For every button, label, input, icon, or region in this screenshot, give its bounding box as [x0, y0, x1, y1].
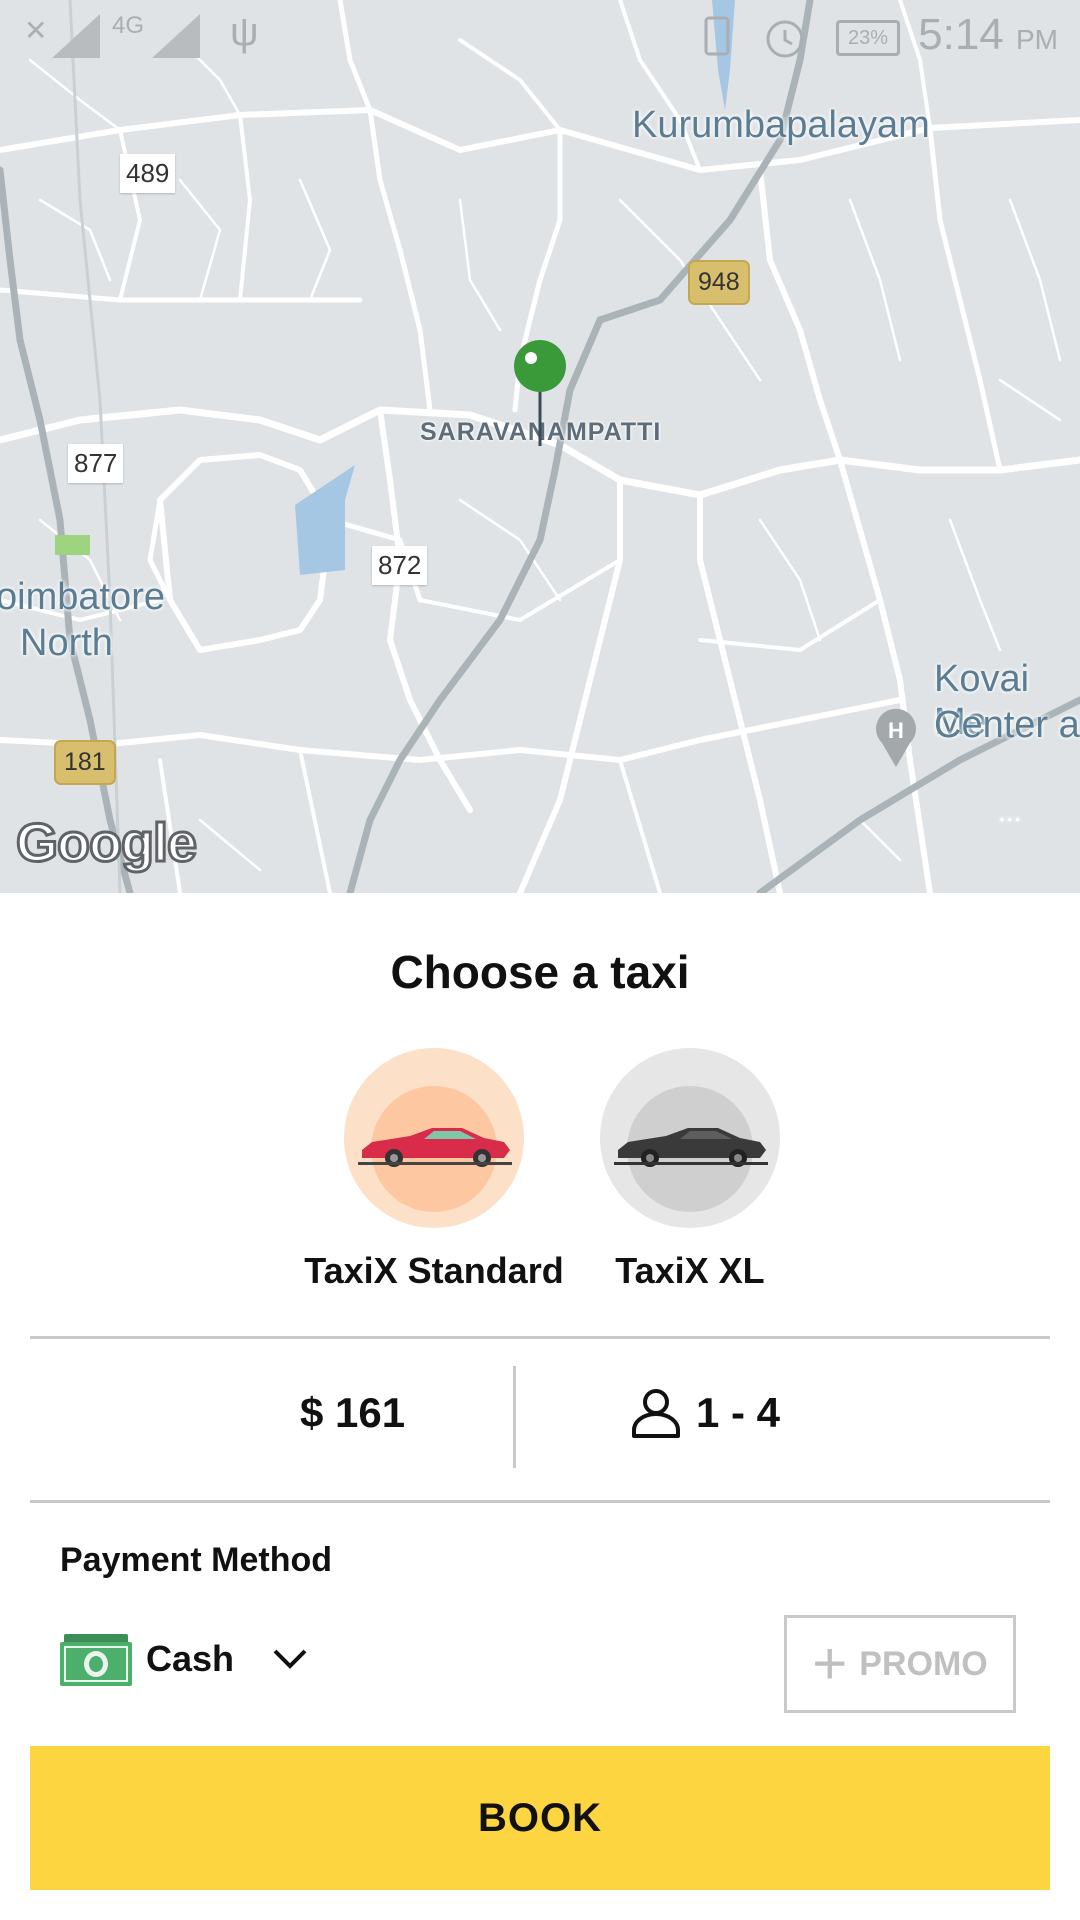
google-logo: Google [15, 812, 199, 875]
place-label-kovai-line2: Center a [934, 704, 1080, 746]
alarm-icon [766, 20, 804, 58]
place-label-kurumbapalayam: Kurumbapalayam [632, 104, 930, 146]
taxi-option-xl[interactable]: TaxiX XL [550, 1048, 830, 1292]
seat-range: 1 - 4 [696, 1389, 781, 1436]
road-label-872: 872 [372, 546, 428, 585]
taxi-standard-label: TaxiX Standard [304, 1250, 564, 1291]
network-type-label: 4G [112, 12, 145, 39]
payment-method-title: Payment Method [60, 1541, 333, 1579]
promo-label: PROMO [859, 1644, 988, 1683]
taxi-standard-circle [344, 1048, 524, 1228]
vibrate-icon [704, 16, 730, 56]
usb-icon: ψ [230, 10, 259, 54]
fare-info-row: $ 161 1 - 4 [0, 1338, 1080, 1488]
fare-price: $ 161 [300, 1389, 406, 1436]
taxi-xl-label: TaxiX XL [615, 1250, 765, 1291]
battery-indicator: 23% [836, 20, 900, 56]
taxi-selection-sheet: Choose a taxi TaxiX Standard TaxiX XL $ … [0, 893, 1080, 1920]
signal-icon-2 [152, 14, 200, 58]
close-notification-icon: ✕ [24, 15, 48, 46]
person-icon [632, 1389, 680, 1438]
hospital-poi-icon[interactable]: H [873, 707, 919, 769]
road-label-489: 489 [120, 154, 176, 193]
svg-text:H: H [888, 718, 904, 743]
map-view[interactable]: ✕ 4G ψ 23% 5:14 PM Kurumbapalayam SARAVA… [0, 0, 1080, 893]
plus-icon: + [812, 1630, 848, 1697]
road-label-877: 877 [68, 444, 124, 483]
divider-bottom [30, 1500, 1050, 1503]
car-red-icon [358, 1128, 512, 1167]
signal-icon [52, 14, 100, 58]
car-black-icon [614, 1128, 768, 1167]
place-label-coimbatore-north-line1: oimbatore [0, 576, 165, 618]
status-time: 5:14 PM [918, 10, 1058, 59]
info-row-divider [513, 1366, 516, 1468]
payment-method-value: Cash [146, 1638, 235, 1679]
cash-icon [60, 1634, 132, 1686]
place-label-coimbatore-north-line2: North [20, 622, 113, 664]
highway-shield-948: 948 [688, 260, 750, 305]
pickup-location-pin-icon[interactable] [513, 340, 567, 448]
promo-button[interactable]: + PROMO [784, 1615, 1016, 1713]
chevron-down-icon [273, 1649, 307, 1669]
payment-method-dropdown[interactable]: Cash [60, 1629, 308, 1689]
status-bar: ✕ 4G ψ 23% 5:14 PM [0, 0, 1080, 80]
taxi-option-standard[interactable]: TaxiX Standard [294, 1048, 574, 1292]
highway-shield-181: 181 [54, 740, 116, 785]
seat-capacity: 1 - 4 [630, 1388, 780, 1438]
taxi-xl-circle [600, 1048, 780, 1228]
more-dots: ... [998, 796, 1022, 827]
book-button[interactable]: BOOK [30, 1746, 1050, 1890]
sheet-title: Choose a taxi [390, 946, 690, 998]
